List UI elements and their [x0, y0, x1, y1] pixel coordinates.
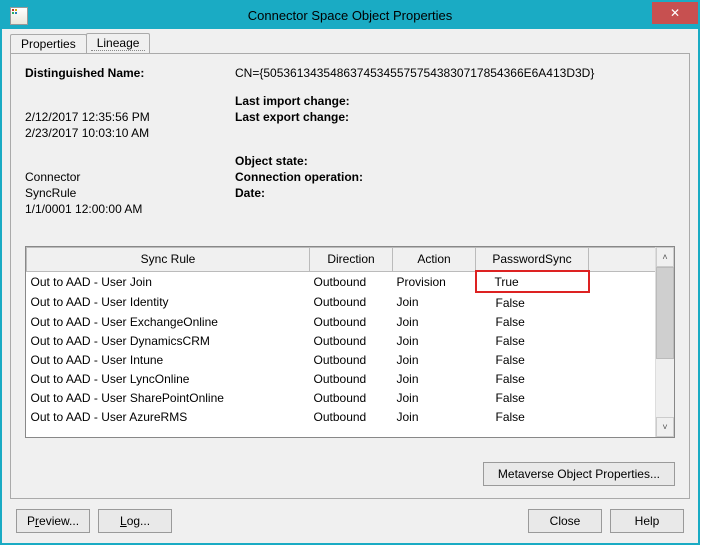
- tab-properties[interactable]: Properties: [10, 34, 87, 54]
- value-connection-operation: SyncRule: [25, 186, 235, 200]
- cell-action: Join: [393, 388, 476, 407]
- cell-padding: [589, 292, 656, 312]
- scroll-up-button[interactable]: ˄: [656, 247, 674, 267]
- cell-action: Join: [393, 407, 476, 426]
- sync-rules-table: Sync Rule Direction Action PasswordSync …: [26, 247, 655, 426]
- label-distinguished-name: Distinguished Name:: [25, 66, 235, 80]
- cell-password-sync: False: [476, 369, 589, 388]
- cell-direction: Outbound: [310, 331, 393, 350]
- label-connection-operation: Connection operation:: [235, 170, 675, 184]
- cell-direction: Outbound: [310, 407, 393, 426]
- table-row[interactable]: Out to AAD - User IntuneOutboundJoinFals…: [27, 350, 656, 369]
- cell-padding: [589, 388, 656, 407]
- chevron-up-icon: ˄: [662, 252, 667, 262]
- close-icon: ✕: [670, 6, 680, 20]
- cell-action: Join: [393, 292, 476, 312]
- system-menu-icon[interactable]: [10, 7, 28, 25]
- metaverse-object-properties-button[interactable]: Metaverse Object Properties...: [483, 462, 675, 486]
- cell-sync-rule: Out to AAD - User SharePointOnline: [27, 388, 310, 407]
- table-row[interactable]: Out to AAD - User IdentityOutboundJoinFa…: [27, 292, 656, 312]
- help-button[interactable]: Help: [610, 509, 684, 533]
- value-object-state: Connector: [25, 170, 235, 184]
- cell-sync-rule: Out to AAD - User Intune: [27, 350, 310, 369]
- properties-fields: Distinguished Name: CN={5053613435486374…: [25, 66, 675, 216]
- cell-padding: [589, 350, 656, 369]
- sync-rules-listview[interactable]: Sync Rule Direction Action PasswordSync …: [25, 246, 675, 438]
- table-row[interactable]: Out to AAD - User DynamicsCRMOutboundJoi…: [27, 331, 656, 350]
- cell-password-sync: False: [476, 407, 589, 426]
- cell-sync-rule: Out to AAD - User Join: [27, 271, 310, 292]
- value-distinguished-name: CN={505361343548637453455757543830717854…: [235, 66, 675, 80]
- cell-sync-rule: Out to AAD - User Identity: [27, 292, 310, 312]
- cell-password-sync: False: [476, 331, 589, 350]
- cell-sync-rule: Out to AAD - User AzureRMS: [27, 407, 310, 426]
- log-button[interactable]: Log...: [98, 509, 172, 533]
- label-object-state: Object state:: [235, 154, 675, 168]
- table-row[interactable]: Out to AAD - User JoinOutboundProvisionT…: [27, 271, 656, 292]
- cell-action: Join: [393, 312, 476, 331]
- scroll-track[interactable]: [656, 267, 674, 417]
- metaverse-button-row: Metaverse Object Properties...: [25, 462, 675, 486]
- cell-padding: [589, 407, 656, 426]
- preview-button[interactable]: Preview...: [16, 509, 90, 533]
- cell-padding: [589, 331, 656, 350]
- cell-sync-rule: Out to AAD - User DynamicsCRM: [27, 331, 310, 350]
- value-last-import: 2/12/2017 12:35:56 PM: [25, 110, 235, 124]
- cell-direction: Outbound: [310, 369, 393, 388]
- cell-padding: [589, 312, 656, 331]
- close-dialog-button[interactable]: Close: [528, 509, 602, 533]
- table-row[interactable]: Out to AAD - User SharePointOnlineOutbou…: [27, 388, 656, 407]
- cell-action: Provision: [393, 271, 476, 292]
- cell-password-sync: False: [476, 388, 589, 407]
- scroll-thumb[interactable]: [656, 267, 674, 359]
- cell-direction: Outbound: [310, 388, 393, 407]
- cell-password-sync: True: [476, 271, 589, 292]
- title-bar: Connector Space Object Properties ✕: [2, 2, 698, 29]
- cell-sync-rule: Out to AAD - User ExchangeOnline: [27, 312, 310, 331]
- column-header-action[interactable]: Action: [393, 248, 476, 272]
- close-button[interactable]: ✕: [652, 2, 698, 24]
- vertical-scrollbar[interactable]: ˄ ˅: [655, 247, 674, 437]
- value-date: 1/1/0001 12:00:00 AM: [25, 202, 235, 216]
- cell-password-sync: False: [476, 312, 589, 331]
- cell-action: Join: [393, 369, 476, 388]
- dialog-button-bar: Preview... Log... Close Help: [10, 499, 690, 535]
- cell-action: Join: [393, 331, 476, 350]
- table-header-row: Sync Rule Direction Action PasswordSync: [27, 248, 656, 272]
- scroll-down-button[interactable]: ˅: [656, 417, 674, 437]
- chevron-down-icon: ˅: [662, 422, 667, 432]
- cell-password-sync: False: [476, 350, 589, 369]
- column-header-padding: [589, 248, 656, 272]
- column-header-direction[interactable]: Direction: [310, 248, 393, 272]
- column-header-sync-rule[interactable]: Sync Rule: [27, 248, 310, 272]
- table-row[interactable]: Out to AAD - User AzureRMSOutboundJoinFa…: [27, 407, 656, 426]
- window-title: Connector Space Object Properties: [2, 8, 698, 23]
- table-row[interactable]: Out to AAD - User LyncOnlineOutboundJoin…: [27, 369, 656, 388]
- cell-action: Join: [393, 350, 476, 369]
- cell-direction: Outbound: [310, 271, 393, 292]
- table-row[interactable]: Out to AAD - User ExchangeOnlineOutbound…: [27, 312, 656, 331]
- cell-sync-rule: Out to AAD - User LyncOnline: [27, 369, 310, 388]
- cell-padding: [589, 369, 656, 388]
- cell-direction: Outbound: [310, 312, 393, 331]
- cell-password-sync: False: [476, 292, 589, 312]
- label-last-export: Last export change:: [235, 110, 675, 124]
- tab-page-lineage: Distinguished Name: CN={5053613435486374…: [10, 53, 690, 499]
- cell-direction: Outbound: [310, 350, 393, 369]
- column-header-password-sync[interactable]: PasswordSync: [476, 248, 589, 272]
- tab-strip: Properties Lineage: [10, 31, 690, 53]
- cell-direction: Outbound: [310, 292, 393, 312]
- cell-padding: [589, 271, 656, 292]
- client-area: Properties Lineage Distinguished Name: C…: [2, 29, 698, 543]
- dialog-window: Connector Space Object Properties ✕ Prop…: [0, 0, 700, 545]
- label-date: Date:: [235, 186, 675, 200]
- value-last-export: 2/23/2017 10:03:10 AM: [25, 126, 235, 140]
- tab-lineage[interactable]: Lineage: [86, 33, 151, 53]
- label-last-import: Last import change:: [235, 94, 675, 108]
